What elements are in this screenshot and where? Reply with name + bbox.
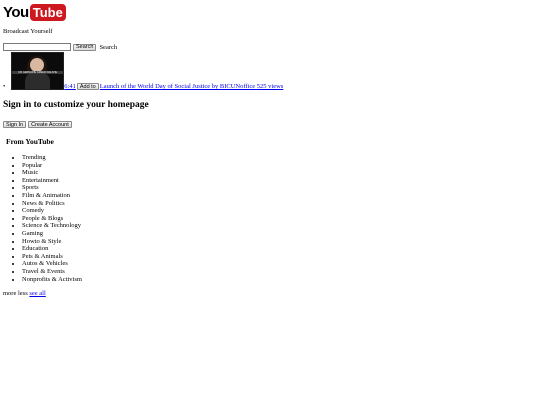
category-item-people-blogs[interactable]: People & Blogs bbox=[22, 215, 82, 223]
logo-you-text: You bbox=[3, 4, 29, 21]
list-bullet: • bbox=[3, 83, 6, 90]
add-to-button[interactable]: Add to bbox=[76, 83, 99, 90]
see-all-link[interactable]: see all bbox=[29, 290, 45, 297]
category-item-travel-events[interactable]: Travel & Events bbox=[22, 268, 82, 276]
youtube-logo[interactable]: You Tube bbox=[3, 3, 66, 22]
video-thumbnail[interactable]: DR GERMAINE GREER-WALSHE bbox=[11, 52, 65, 90]
category-item-entertainment[interactable]: Entertainment bbox=[22, 177, 82, 185]
featured-video-item: • DR GERMAINE GREER-WALSHE 6:41 Add to L… bbox=[3, 52, 283, 90]
create-account-button[interactable]: Create Account bbox=[28, 121, 72, 128]
category-item-nonprofits-activism[interactable]: Nonprofits & Activism bbox=[22, 276, 82, 284]
category-item-sports[interactable]: Sports bbox=[22, 184, 82, 192]
category-item-popular[interactable]: Popular bbox=[22, 162, 82, 170]
auth-buttons: Sign In Create Account bbox=[3, 121, 72, 128]
less-toggle[interactable]: less bbox=[18, 290, 28, 297]
sign-in-button[interactable]: Sign In bbox=[3, 121, 27, 128]
category-item-howto-style[interactable]: Howto & Style bbox=[22, 238, 82, 246]
video-title-link[interactable]: Launch of the World Day of Social Justic… bbox=[100, 83, 284, 90]
tagline: Broadcast Yourself bbox=[3, 28, 53, 35]
category-item-trending[interactable]: Trending bbox=[22, 154, 82, 162]
more-toggle[interactable]: more bbox=[3, 290, 16, 297]
thumb-caption: DR GERMAINE GREER-WALSHE bbox=[12, 71, 64, 74]
from-youtube-heading: From YouTube bbox=[6, 137, 54, 146]
category-item-pets-animals[interactable]: Pets & Animals bbox=[22, 253, 82, 261]
category-item-film-animation[interactable]: Film & Animation bbox=[22, 192, 82, 200]
search-label: Search bbox=[99, 43, 118, 51]
category-footer: more less see all bbox=[3, 290, 46, 297]
signin-heading: Sign in to customize your homepage bbox=[3, 100, 149, 110]
category-item-autos-vehicles[interactable]: Autos & Vehicles bbox=[22, 260, 82, 268]
video-title: Launch of the World Day of Social Justic… bbox=[99, 83, 256, 90]
category-list: Trending Popular Music Entertainment Spo… bbox=[10, 154, 82, 283]
search-bar: Search Search bbox=[3, 43, 117, 51]
video-views: 525 views bbox=[256, 83, 284, 90]
category-item-comedy[interactable]: Comedy bbox=[22, 207, 82, 215]
video-duration[interactable]: 6:41 bbox=[64, 83, 76, 90]
logo-tube-text: Tube bbox=[29, 4, 66, 21]
category-item-education[interactable]: Education bbox=[22, 245, 82, 253]
thumb-body bbox=[25, 73, 51, 89]
category-item-music[interactable]: Music bbox=[22, 169, 82, 177]
search-button[interactable]: Search bbox=[73, 43, 97, 51]
category-item-gaming[interactable]: Gaming bbox=[22, 230, 82, 238]
category-item-news-politics[interactable]: News & Politics bbox=[22, 200, 82, 208]
category-item-science-technology[interactable]: Science & Technology bbox=[22, 222, 82, 230]
search-input[interactable] bbox=[3, 43, 71, 51]
